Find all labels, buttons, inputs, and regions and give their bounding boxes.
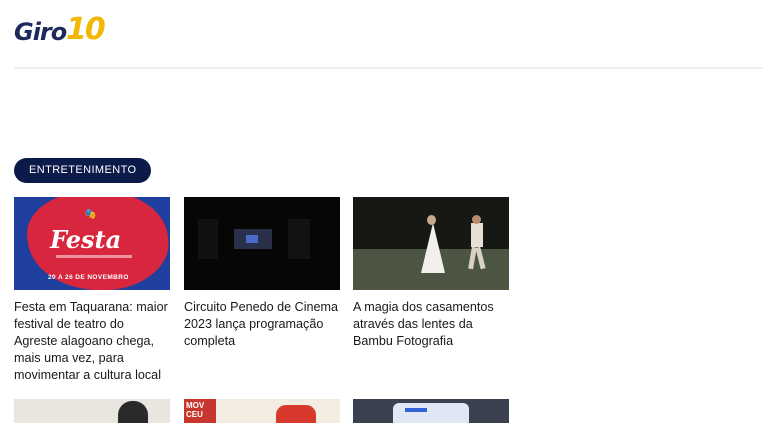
- screen-image: [246, 235, 258, 243]
- groom-head: [472, 215, 481, 224]
- article-thumbnail[interactable]: [353, 399, 509, 423]
- article-thumbnail[interactable]: [353, 197, 509, 290]
- article-title[interactable]: Festa em Taquarana: maior festival de te…: [14, 299, 170, 384]
- article-card[interactable]: A magia dos casamentos através das lente…: [353, 197, 509, 350]
- poster-subtitle-line: [56, 255, 132, 258]
- bride-head: [427, 215, 436, 225]
- groom-figure: [471, 223, 483, 247]
- decor-shape: [276, 405, 316, 423]
- app-header-bar: [405, 408, 427, 412]
- phone-screen: [393, 403, 469, 423]
- logo-wordmark: Giro: [14, 18, 67, 46]
- poster-text: MOV CEU: [184, 399, 216, 423]
- wall-panel: [288, 219, 310, 259]
- article-card[interactable]: 🎭 Festa 20 A 26 DE NOVEMBRO Festa em Taq…: [14, 197, 170, 384]
- category-badge-entretenimento[interactable]: ENTRETENIMENTO: [14, 158, 152, 183]
- article-thumbnail[interactable]: [184, 197, 340, 290]
- logo-number: 10: [66, 12, 106, 47]
- person-silhouette: [118, 401, 148, 423]
- bride-figure: [421, 223, 445, 273]
- article-thumbnail[interactable]: MOV CEU: [184, 399, 340, 423]
- poster-dates: 20 A 26 DE NOVEMBRO: [48, 274, 129, 281]
- article-title[interactable]: A magia dos casamentos através das lente…: [353, 299, 509, 350]
- poster-title: Festa: [50, 225, 122, 254]
- article-title[interactable]: Circuito Penedo de Cinema 2023 lança pro…: [184, 299, 340, 350]
- header-divider: [14, 67, 763, 69]
- site-logo[interactable]: Giro 10: [14, 12, 106, 56]
- article-thumbnail[interactable]: [14, 399, 170, 423]
- wall-panel: [198, 219, 218, 259]
- article-thumbnail[interactable]: 🎭 Festa 20 A 26 DE NOVEMBRO: [14, 197, 170, 290]
- article-card[interactable]: Circuito Penedo de Cinema 2023 lança pro…: [184, 197, 340, 350]
- site-header: Giro 10: [0, 0, 777, 69]
- theater-masks-icon: 🎭: [84, 209, 97, 220]
